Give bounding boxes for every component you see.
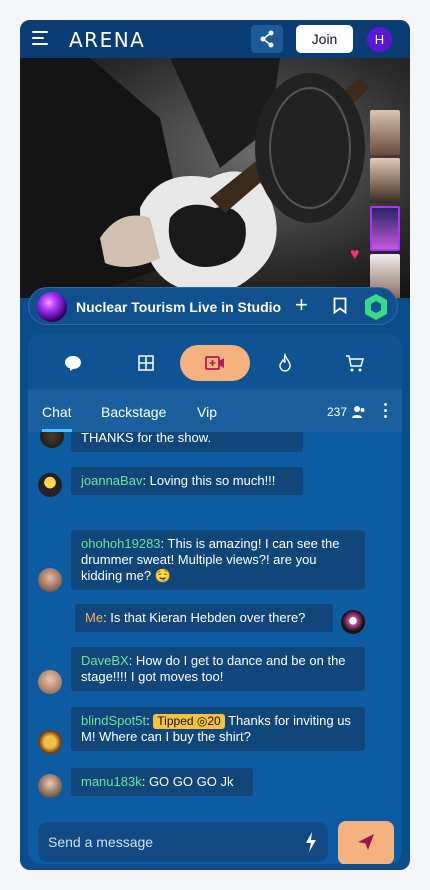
tab-layout[interactable] bbox=[111, 345, 181, 381]
chat-panel: Chat Backstage Vip 237 THANKS for the sh… bbox=[28, 334, 402, 864]
share-button[interactable] bbox=[251, 25, 283, 53]
chat-message: manu183k: GO GO GO Jk bbox=[71, 768, 253, 796]
viewer-count: 237 bbox=[327, 405, 348, 419]
avatar bbox=[38, 568, 62, 592]
cart-icon bbox=[346, 355, 364, 372]
chat-messages: THANKS for the show. joannaBav: Loving t… bbox=[28, 432, 402, 820]
video-player[interactable]: ♥ bbox=[20, 58, 410, 298]
more-options-icon[interactable] bbox=[384, 403, 387, 421]
message-text: : Loving this so much!!! bbox=[142, 473, 276, 488]
camera-thumb[interactable] bbox=[370, 110, 400, 155]
avatar bbox=[38, 670, 62, 694]
tab-chat[interactable] bbox=[38, 345, 108, 381]
tab-cart[interactable] bbox=[320, 345, 390, 381]
app-logo: ARENA bbox=[69, 28, 146, 52]
avatar bbox=[40, 432, 64, 448]
chat-subtabs: Chat Backstage Vip 237 bbox=[28, 390, 402, 432]
chat-message: DaveBX: How do I get to dance and be on … bbox=[71, 647, 365, 691]
subtab-chat[interactable]: Chat bbox=[42, 404, 72, 420]
camera-thumbnails bbox=[370, 110, 400, 298]
user-avatar[interactable]: H bbox=[367, 27, 392, 52]
tip-badge: Tipped ◎20 bbox=[153, 714, 225, 729]
avatar bbox=[38, 730, 62, 754]
camera-thumb[interactable] bbox=[370, 158, 400, 203]
subtab-backstage[interactable]: Backstage bbox=[101, 404, 166, 420]
tip-amount: ◎20 bbox=[196, 714, 221, 728]
send-icon bbox=[358, 833, 374, 850]
plus-icon[interactable]: + bbox=[295, 294, 308, 316]
join-button[interactable]: Join bbox=[296, 25, 353, 53]
tab-flame[interactable] bbox=[250, 345, 320, 381]
avatar bbox=[38, 473, 62, 497]
stream-avatar bbox=[37, 292, 67, 322]
users-icon bbox=[352, 406, 365, 418]
camera-thumb[interactable] bbox=[370, 206, 400, 251]
stream-title: Nuclear Tourism Live in Studio bbox=[76, 299, 282, 315]
username[interactable]: ohohoh19283 bbox=[81, 536, 161, 551]
chat-message: ohohoh19283: This is amazing! I can see … bbox=[71, 530, 365, 590]
shield-icon[interactable] bbox=[363, 293, 389, 321]
tip-label: Tipped bbox=[157, 714, 194, 728]
tab-video[interactable] bbox=[180, 345, 250, 381]
panel-tabs bbox=[28, 334, 402, 389]
flame-icon bbox=[279, 353, 291, 372]
username[interactable]: Me bbox=[85, 610, 103, 625]
message-input[interactable] bbox=[48, 830, 288, 854]
send-button[interactable] bbox=[338, 821, 394, 864]
heart-icon: ♥ bbox=[350, 246, 360, 263]
chat-message: blindSpot5t: Tipped ◎20 Thanks for invit… bbox=[71, 707, 365, 751]
username[interactable]: manu183k bbox=[81, 774, 142, 789]
menu-icon[interactable] bbox=[32, 31, 48, 45]
chat-message: THANKS for the show. bbox=[71, 432, 303, 452]
username[interactable]: DaveBX bbox=[81, 653, 129, 668]
bookmark-icon[interactable] bbox=[333, 297, 347, 314]
layout-icon bbox=[138, 355, 154, 371]
chat-message: joannaBav: Loving this so much!!! bbox=[71, 467, 303, 495]
chat-icon bbox=[65, 356, 81, 371]
message-text: : GO GO GO Jk bbox=[141, 774, 234, 789]
app-window: ARENA Join H ♥ Nuclear Tourism Live in S… bbox=[20, 20, 410, 870]
message-composer bbox=[38, 822, 328, 862]
video-icon bbox=[205, 356, 224, 370]
subtab-vip[interactable]: Vip bbox=[197, 404, 217, 420]
avatar bbox=[38, 774, 62, 798]
username[interactable]: joannaBav bbox=[81, 473, 142, 488]
share-icon bbox=[260, 30, 274, 48]
username[interactable]: blindSpot5t bbox=[81, 713, 146, 728]
stream-bar: Nuclear Tourism Live in Studio + bbox=[28, 287, 398, 325]
message-text: : Is that Kieran Hebden over there? bbox=[103, 610, 306, 625]
message-text: THANKS for the show. bbox=[81, 432, 212, 445]
avatar bbox=[341, 610, 365, 634]
chat-message: Me: Is that Kieran Hebden over there? bbox=[75, 604, 333, 632]
top-bar: ARENA Join H bbox=[20, 20, 410, 58]
bolt-icon[interactable] bbox=[304, 831, 318, 853]
